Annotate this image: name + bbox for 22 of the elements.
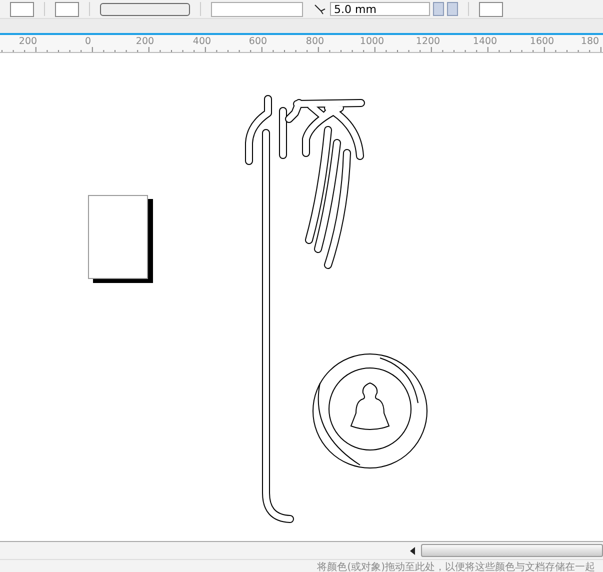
ruler-label: 800 [306,36,324,47]
ruler-label: 200 [136,36,154,47]
toolbar-button[interactable] [479,2,503,16]
spin-up-button[interactable] [447,2,458,16]
outline-width-field[interactable]: 5.0 mm [330,2,430,16]
ruler-label: 1000 [360,36,384,47]
scrollbar-thumb[interactable] [421,544,603,557]
ruler-label: 0 [84,36,92,47]
input-field[interactable] [211,2,303,16]
ruler-label: 180 [580,36,600,47]
status-hint: 将颜色(或对象)拖动至此处，以便将这些颜色与文档存储在一起 [317,562,595,572]
toolbar-button[interactable] [55,2,79,16]
ruler-label: 1200 [416,36,440,47]
spin-down-button[interactable] [433,2,444,16]
toolbar-button[interactable] [10,2,34,16]
ruler-label: 200 [18,36,38,47]
ruler-label: 600 [248,36,268,47]
left-arrow-icon [410,546,416,554]
toolbar-button[interactable] [100,2,190,16]
ruler-label: 1400 [472,36,498,47]
ruler-label: 400 [192,36,212,47]
ruler-label: 1600 [530,36,554,47]
